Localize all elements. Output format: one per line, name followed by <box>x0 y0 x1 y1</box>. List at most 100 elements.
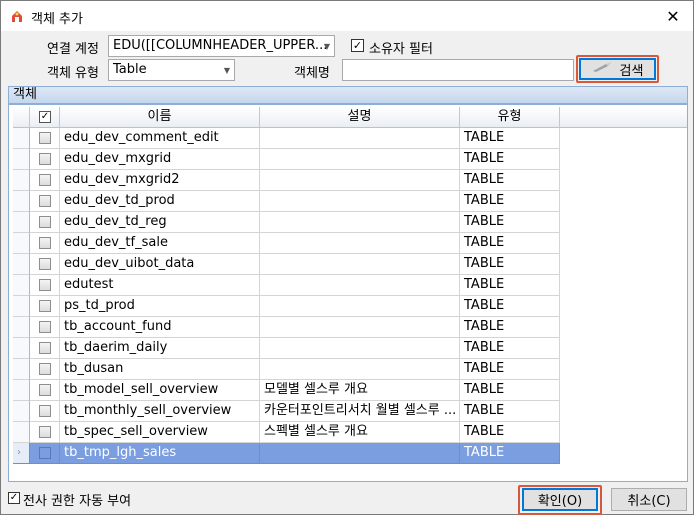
row-checkbox[interactable] <box>39 342 51 354</box>
owner-filter-checkbox[interactable]: ✓ <box>351 39 364 52</box>
object-type-dropdown[interactable]: Table ▼ <box>108 59 235 81</box>
row-select-cell[interactable] <box>30 212 60 233</box>
table-row[interactable]: tb_daerim_daily TABLE <box>13 338 560 359</box>
row-select-cell[interactable] <box>30 338 60 359</box>
row-indicator[interactable] <box>13 401 30 422</box>
row-checkbox[interactable] <box>39 258 51 270</box>
row-checkbox[interactable] <box>39 279 51 291</box>
row-indicator[interactable] <box>13 254 30 275</box>
table-row[interactable]: ps_td_prod TABLE <box>13 296 560 317</box>
row-indicator[interactable] <box>13 170 30 191</box>
row-type: TABLE <box>460 422 560 443</box>
row-indicator[interactable] <box>13 338 30 359</box>
row-type: TABLE <box>460 170 560 191</box>
row-select-cell[interactable] <box>30 191 60 212</box>
row-select-cell[interactable] <box>30 443 60 464</box>
app-icon <box>9 8 25 24</box>
row-select-cell[interactable] <box>30 317 60 338</box>
row-checkbox[interactable] <box>39 237 51 249</box>
row-select-cell[interactable] <box>30 296 60 317</box>
row-description <box>260 275 460 296</box>
object-group-title: 객체 <box>13 87 37 102</box>
table-row[interactable]: › tb_tmp_lgh_sales TABLE <box>13 443 560 464</box>
row-description <box>260 254 460 275</box>
row-select-cell[interactable] <box>30 254 60 275</box>
row-indicator[interactable] <box>13 380 30 401</box>
row-select-cell[interactable] <box>30 359 60 380</box>
row-indicator[interactable] <box>13 275 30 296</box>
table-row[interactable]: edutest TABLE <box>13 275 560 296</box>
table-row[interactable]: edu_dev_uibot_data TABLE <box>13 254 560 275</box>
row-select-cell[interactable] <box>30 170 60 191</box>
row-checkbox[interactable] <box>39 426 51 438</box>
select-all-cell[interactable]: ✓ <box>30 107 60 128</box>
table-row[interactable]: edu_dev_comment_edit TABLE <box>13 128 560 149</box>
row-checkbox[interactable] <box>39 363 51 375</box>
row-description <box>260 191 460 212</box>
object-name-input[interactable] <box>342 59 574 81</box>
column-header-name[interactable]: 이름 <box>60 107 260 128</box>
table-row[interactable]: edu_dev_mxgrid TABLE <box>13 149 560 170</box>
row-description <box>260 212 460 233</box>
object-group-header: 객체 <box>8 86 688 104</box>
row-indicator[interactable] <box>13 191 30 212</box>
row-checkbox[interactable] <box>39 174 51 186</box>
row-select-cell[interactable] <box>30 380 60 401</box>
column-header-description[interactable]: 설명 <box>260 107 460 128</box>
auto-grant-checkbox[interactable]: ✓ <box>8 492 20 504</box>
ok-button[interactable]: 확인(O) <box>522 488 598 511</box>
row-select-cell[interactable] <box>30 149 60 170</box>
row-select-cell[interactable] <box>30 233 60 254</box>
cancel-button-label: 취소(C) <box>627 494 671 509</box>
column-header-filler <box>560 107 687 128</box>
row-select-cell[interactable] <box>30 275 60 296</box>
row-indicator[interactable]: › <box>13 443 30 464</box>
row-type: TABLE <box>460 317 560 338</box>
row-select-cell[interactable] <box>30 422 60 443</box>
row-select-cell[interactable] <box>30 401 60 422</box>
table-row[interactable]: edu_dev_td_reg TABLE <box>13 212 560 233</box>
table-row[interactable]: edu_dev_tf_sale TABLE <box>13 233 560 254</box>
connection-value: EDU([[COLUMNHEADER_UPPER... <box>113 38 328 53</box>
table-row[interactable]: edu_dev_td_prod TABLE <box>13 191 560 212</box>
row-description: 스펙별 셀스루 개요 <box>260 422 460 443</box>
row-type: TABLE <box>460 191 560 212</box>
row-indicator[interactable] <box>13 233 30 254</box>
row-checkbox[interactable] <box>39 447 51 459</box>
row-select-cell[interactable] <box>30 128 60 149</box>
row-type: TABLE <box>460 296 560 317</box>
cancel-button[interactable]: 취소(C) <box>611 488 687 511</box>
row-indicator[interactable] <box>13 422 30 443</box>
search-icon <box>592 61 614 77</box>
table-row[interactable]: tb_model_sell_overview 모델별 셀스루 개요 TABLE <box>13 380 560 401</box>
connection-dropdown[interactable]: EDU([[COLUMNHEADER_UPPER... ▼ <box>108 35 335 57</box>
row-indicator[interactable] <box>13 296 30 317</box>
row-checkbox[interactable] <box>39 153 51 165</box>
close-button[interactable]: ✕ <box>653 1 693 31</box>
row-indicator[interactable] <box>13 149 30 170</box>
row-indicator[interactable] <box>13 359 30 380</box>
object-grid[interactable]: ✓ 이름 설명 유형 edu_dev_comment_edit TABLE edu_… <box>8 104 688 482</box>
row-description <box>260 359 460 380</box>
row-checkbox[interactable] <box>39 300 51 312</box>
table-row[interactable]: tb_monthly_sell_overview 카운터포인트리서치 월별 셀스루… <box>13 401 560 422</box>
row-checkbox[interactable] <box>39 321 51 333</box>
row-name: tb_spec_sell_overview <box>60 422 260 443</box>
table-row[interactable]: tb_dusan TABLE <box>13 359 560 380</box>
row-indicator[interactable] <box>13 128 30 149</box>
row-checkbox[interactable] <box>39 405 51 417</box>
table-row[interactable]: edu_dev_mxgrid2 TABLE <box>13 170 560 191</box>
row-checkbox[interactable] <box>39 216 51 228</box>
select-all-checkbox[interactable]: ✓ <box>39 111 51 123</box>
row-checkbox[interactable] <box>39 195 51 207</box>
search-button[interactable]: 검색 <box>579 58 656 80</box>
table-row[interactable]: tb_account_fund TABLE <box>13 317 560 338</box>
column-header-type[interactable]: 유형 <box>460 107 560 128</box>
ok-button-label: 확인(O) <box>537 494 583 509</box>
table-row[interactable]: tb_spec_sell_overview 스펙별 셀스루 개요 TABLE <box>13 422 560 443</box>
row-indicator[interactable] <box>13 212 30 233</box>
row-name: tb_tmp_lgh_sales <box>60 443 260 464</box>
row-indicator[interactable] <box>13 317 30 338</box>
row-checkbox[interactable] <box>39 384 51 396</box>
row-checkbox[interactable] <box>39 132 51 144</box>
